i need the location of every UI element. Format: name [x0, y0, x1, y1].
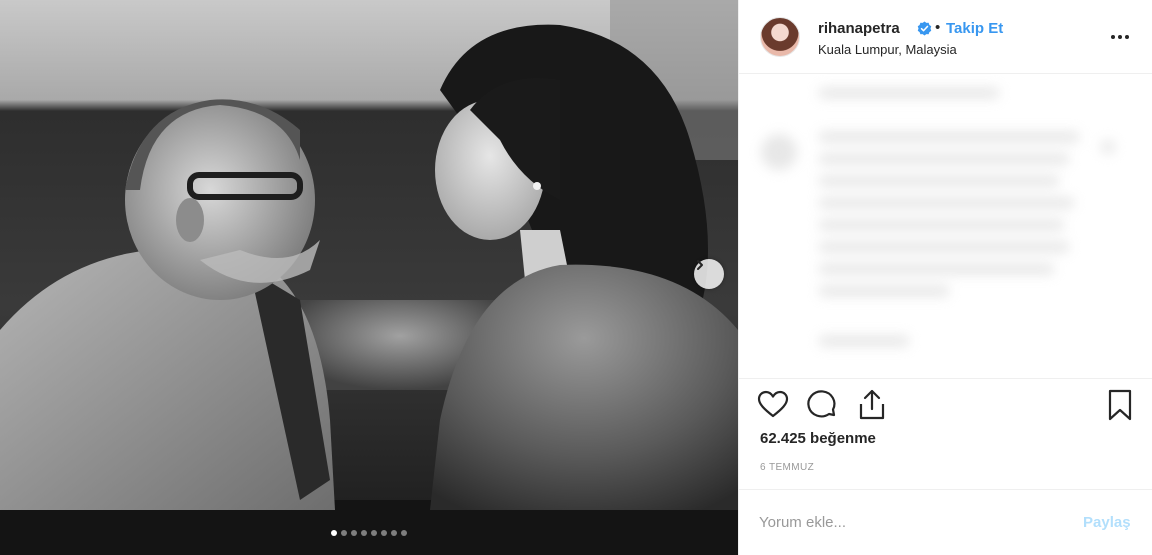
action-bar — [739, 378, 1152, 428]
carousel-dot — [361, 530, 367, 536]
location-link[interactable]: Kuala Lumpur, Malaysia — [818, 42, 957, 57]
comments-area — [739, 74, 1152, 374]
carousel-dot — [331, 530, 337, 536]
chevron-right-icon — [697, 260, 703, 270]
likes-count[interactable]: 62.425 beğenme — [760, 430, 876, 447]
avatar[interactable] — [760, 17, 800, 57]
post-date[interactable]: 6 TEMMUZ — [760, 462, 814, 473]
post-header: rihanapetra • Takip Et Kuala Lumpur, Mal… — [739, 0, 1152, 74]
share-icon[interactable] — [855, 388, 889, 422]
carousel-dot — [401, 530, 407, 536]
carousel-indicator — [0, 530, 738, 536]
photo-image — [0, 0, 738, 555]
bookmark-icon[interactable] — [1103, 388, 1137, 422]
comment-input[interactable] — [759, 510, 1059, 534]
carousel-dot — [351, 530, 357, 536]
post-photo[interactable] — [0, 0, 738, 555]
post-dialog: rihanapetra • Takip Et Kuala Lumpur, Mal… — [0, 0, 1152, 555]
follow-button[interactable]: Takip Et — [946, 20, 1003, 37]
heart-icon[interactable] — [756, 388, 790, 422]
username-link[interactable]: rihanapetra — [818, 20, 900, 37]
next-slide-button[interactable] — [694, 259, 724, 289]
carousel-dot — [341, 530, 347, 536]
carousel-dot — [381, 530, 387, 536]
comment-form: Paylaş — [739, 489, 1152, 555]
post-side-panel: rihanapetra • Takip Et Kuala Lumpur, Mal… — [738, 0, 1152, 555]
more-options-icon[interactable] — [1109, 28, 1131, 46]
carousel-dot — [391, 530, 397, 536]
verified-badge-icon — [917, 21, 932, 36]
comment-bubble-icon[interactable] — [805, 388, 839, 422]
carousel-dot — [371, 530, 377, 536]
post-comment-button[interactable]: Paylaş — [1083, 514, 1131, 531]
header-separator: • — [935, 19, 941, 36]
